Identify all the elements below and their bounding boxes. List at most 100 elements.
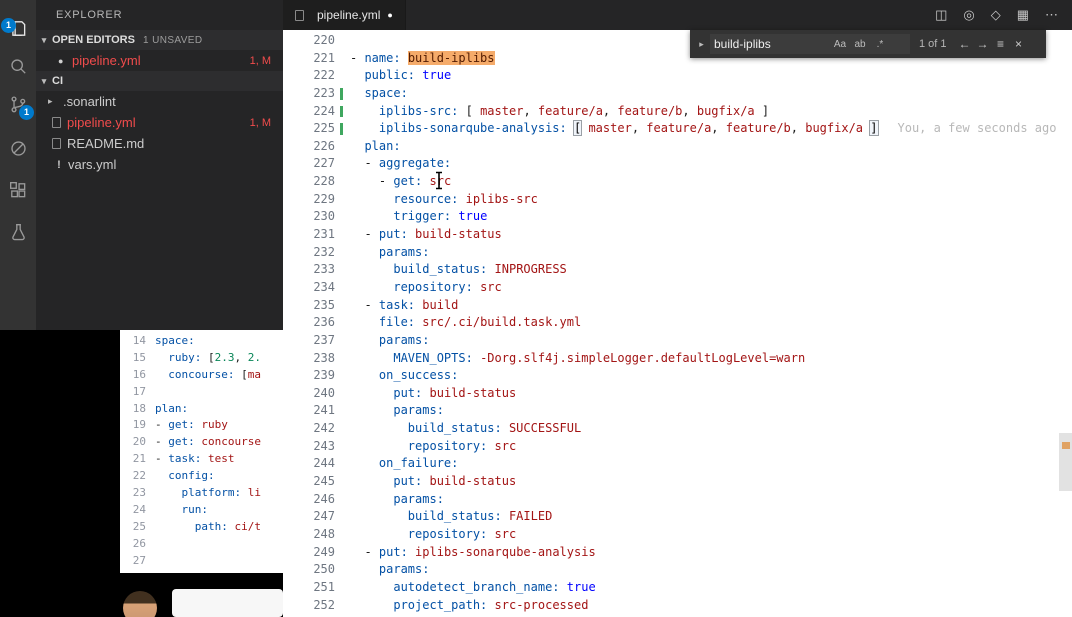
vscode-window: 1 1 EXPLORER ▾ OPEN EDITORS 1 UNSAVED ● …: [0, 0, 1072, 617]
code-line-242[interactable]: 242 build_status: SUCCESSFUL: [283, 420, 1072, 438]
line-number: 223: [283, 85, 343, 103]
preview-icon[interactable]: ◎: [963, 7, 974, 23]
code-line-241[interactable]: 241 params:: [283, 402, 1072, 420]
code-line-227[interactable]: 227 - aggregate:: [283, 155, 1072, 173]
code-line-231[interactable]: 231 - put: build-status: [283, 226, 1072, 244]
code-line-239[interactable]: 239 on_success:: [283, 367, 1072, 385]
line-number: 242: [313, 421, 335, 436]
overlay-caption-card: [172, 589, 283, 617]
code-line-248[interactable]: 248 repository: src: [283, 526, 1072, 544]
whole-word-toggle[interactable]: ab: [850, 39, 870, 50]
editor-actions: ◫ ◎ ◇ ▦ ⋯: [935, 0, 1072, 30]
previous-match-button[interactable]: ←: [956, 37, 974, 51]
line-number: 21: [132, 452, 146, 466]
code-line-222[interactable]: 222 public: true: [283, 67, 1072, 85]
line-number: 230: [313, 209, 335, 224]
code-line-230[interactable]: 230 trigger: true: [283, 208, 1072, 226]
scrollbar[interactable]: [1059, 30, 1072, 617]
sidebar-item-sonarlint[interactable]: ▸ .sonarlint: [36, 91, 283, 112]
code-line-25[interactable]: 25 path: ci/t: [120, 519, 283, 536]
editor-group: pipeline.yml ● ◫ ◎ ◇ ▦ ⋯ ▸ Aa ab .* 1 of…: [283, 0, 1072, 617]
line-number: 243: [313, 438, 335, 453]
code-line-251[interactable]: 251 autodetect_branch_name: true: [283, 579, 1072, 597]
project-section-header[interactable]: ▾ CI: [36, 71, 283, 91]
beaker-activity-button[interactable]: [0, 213, 36, 251]
code-line-247[interactable]: 247 build_status: FAILED: [283, 508, 1072, 526]
code-line-26[interactable]: 26: [120, 536, 283, 553]
line-number: 24: [132, 502, 146, 516]
code-line-226[interactable]: 226 plan:: [283, 138, 1072, 156]
line-number: 245: [313, 474, 335, 489]
code-line-21[interactable]: 21- task: test: [120, 451, 283, 468]
code-line-243[interactable]: 243 repository: src: [283, 438, 1072, 456]
code-line-228[interactable]: 228 - get: src: [283, 173, 1072, 191]
code-line-249[interactable]: 249 - put: iplibs-sonarqube-analysis: [283, 544, 1072, 562]
code-line-238[interactable]: 238 MAVEN_OPTS: -Dorg.slf4j.simpleLogger…: [283, 350, 1072, 368]
close-find-button[interactable]: ×: [1010, 37, 1028, 51]
expand-replace-icon[interactable]: ▸: [695, 39, 708, 50]
open-editor-item-pipeline[interactable]: ● pipeline.yml 1, M: [36, 50, 283, 71]
code-line-24[interactable]: 24 run:: [120, 502, 283, 519]
yaml-file-icon: !: [57, 158, 61, 171]
line-number: 251: [313, 579, 335, 594]
code-line-233[interactable]: 233 build_status: INPROGRESS: [283, 261, 1072, 279]
code-line-240[interactable]: 240 put: build-status: [283, 385, 1072, 403]
code-line-17[interactable]: 17: [120, 384, 283, 401]
chevron-right-icon: ▸: [48, 96, 53, 106]
open-changes-icon[interactable]: ◫: [935, 7, 947, 23]
find-input[interactable]: [714, 37, 830, 51]
code-line-15[interactable]: 15 ruby: [2.3, 2.: [120, 350, 283, 367]
code-line-237[interactable]: 237 params:: [283, 332, 1072, 350]
sidebar-item-vars-yml[interactable]: ! vars.yml: [36, 154, 283, 175]
circle-slash-icon: [10, 140, 26, 156]
code-line-18[interactable]: 18 plan:: [120, 401, 283, 418]
code-line-244[interactable]: 244 on_failure:: [283, 455, 1072, 473]
code-line-234[interactable]: 234 repository: src: [283, 279, 1072, 297]
code-line-22[interactable]: 22 config:: [120, 468, 283, 485]
code-line-236[interactable]: 236 file: src/.ci/build.task.yml: [283, 314, 1072, 332]
compare-icon[interactable]: ◇: [991, 7, 1001, 23]
split-editor-icon[interactable]: ▦: [1017, 7, 1029, 23]
search-activity-button[interactable]: [0, 47, 36, 85]
code-line-16[interactable]: 16 concourse: [ma: [120, 367, 283, 384]
match-case-toggle[interactable]: Aa: [830, 39, 850, 50]
extensions-activity-button[interactable]: [0, 171, 36, 209]
line-number: 239: [313, 368, 335, 383]
source-control-activity-button[interactable]: 1: [0, 85, 36, 123]
folder-name: .sonarlint: [63, 94, 116, 109]
code-line-250[interactable]: 250 params:: [283, 561, 1072, 579]
code-line-232[interactable]: 232 params:: [283, 244, 1072, 262]
code-line-235[interactable]: 235 - task: build: [283, 297, 1072, 315]
code-line-20[interactable]: 20- get: concourse: [120, 434, 283, 451]
debug-activity-button[interactable]: [0, 129, 36, 167]
next-match-button[interactable]: →: [974, 37, 992, 51]
sidebar-item-pipeline-yml[interactable]: pipeline.yml 1, M: [36, 112, 283, 133]
code-editor[interactable]: 220 221- name: build-iplibs 222 public: tr…: [283, 30, 1072, 617]
code-line-224[interactable]: 224 iplibs-src: [ master, feature/a, fea…: [283, 103, 1072, 121]
explorer-activity-button[interactable]: 1: [0, 9, 36, 47]
overview-ruler-marker: [1062, 442, 1070, 449]
sidebar-item-readme-md[interactable]: README.md: [36, 133, 283, 154]
open-editors-header[interactable]: ▾ OPEN EDITORS 1 UNSAVED: [36, 30, 283, 50]
line-number: 20: [132, 435, 146, 449]
file-name: pipeline.yml: [67, 115, 136, 130]
line-number: 228: [313, 174, 335, 189]
code-line-223[interactable]: 223 space:: [283, 85, 1072, 103]
line-number: 17: [132, 384, 146, 398]
more-actions-icon[interactable]: ⋯: [1045, 7, 1058, 23]
code-line-245[interactable]: 245 put: build-status: [283, 473, 1072, 491]
code-line-252[interactable]: 252 project_path: src-processed: [283, 597, 1072, 615]
line-number: 220: [313, 33, 335, 47]
code-line-23[interactable]: 23 platform: li: [120, 485, 283, 502]
line-number: 22: [132, 469, 146, 483]
code-line-19[interactable]: 19- get: ruby: [120, 417, 283, 434]
code-line-27[interactable]: 27: [120, 553, 283, 570]
line-number: 237: [313, 332, 335, 347]
code-line-225[interactable]: 225 iplibs-sonarqube-analysis: [ master,…: [283, 120, 1072, 138]
find-in-selection-icon[interactable]: ≡: [992, 37, 1010, 51]
regex-toggle[interactable]: .*: [870, 39, 890, 50]
code-line-246[interactable]: 246 params:: [283, 491, 1072, 509]
code-line-229[interactable]: 229 resource: iplibs-src: [283, 191, 1072, 209]
tab-pipeline-yml[interactable]: pipeline.yml ●: [283, 0, 406, 30]
code-line-14[interactable]: 14 space:: [120, 333, 283, 350]
